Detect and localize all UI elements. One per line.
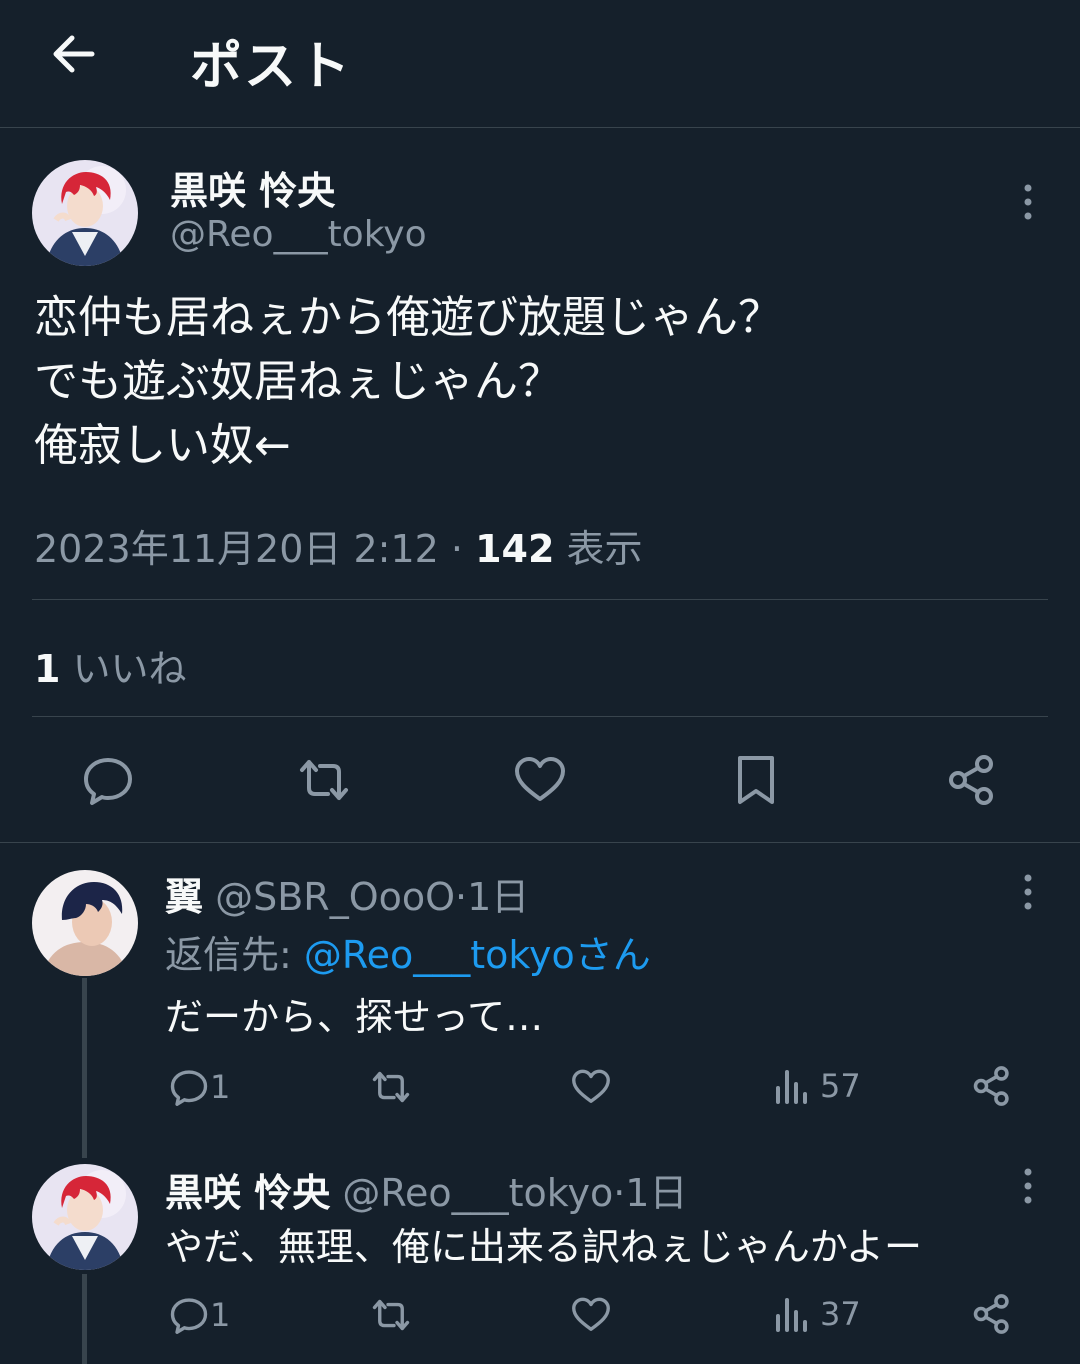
- thread-line: [82, 978, 87, 1158]
- thread-line: [82, 1274, 87, 1364]
- reply-header: 翼 @SBR_OooO·1日: [165, 866, 529, 921]
- post-meta: 2023年11月20日 2:12 · 142 表示: [34, 518, 643, 573]
- reply-button[interactable]: 1: [168, 1066, 230, 1108]
- likes-label: いいね: [72, 647, 187, 691]
- reply-count: 1: [210, 1068, 231, 1106]
- reply-time[interactable]: 1日: [625, 1171, 687, 1215]
- reply-to-label: 返信先:: [165, 933, 292, 977]
- page-title: ポスト: [190, 37, 353, 97]
- author-name[interactable]: 黒咲 怜央: [170, 160, 335, 215]
- reply-to-link[interactable]: @Reo___tokyoさん: [304, 933, 651, 977]
- views-icon: [776, 1070, 807, 1104]
- top-bar: ポスト: [0, 0, 1080, 128]
- meta-separator: ·: [613, 1171, 626, 1215]
- reply-avatar[interactable]: [32, 1164, 138, 1270]
- meta-separator: ·: [450, 527, 464, 571]
- reply-time[interactable]: 1日: [467, 875, 529, 919]
- likes-summary[interactable]: 1 いいね: [34, 638, 187, 693]
- reply-icon: [170, 1298, 208, 1334]
- reply-button[interactable]: 1: [168, 1294, 230, 1336]
- back-arrow-icon[interactable]: [48, 28, 100, 80]
- author-avatar[interactable]: [32, 160, 138, 266]
- reply-text: だーから、探せって…: [165, 995, 544, 1039]
- author-handle[interactable]: @Reo___tokyo: [170, 214, 427, 255]
- views-icon: [776, 1298, 807, 1332]
- reply-to-line: 返信先: @Reo___tokyoさん: [165, 924, 651, 979]
- divider: [0, 842, 1080, 843]
- meta-separator: ·: [455, 875, 468, 919]
- more-options-icon[interactable]: [1018, 872, 1038, 912]
- views-button[interactable]: 57: [772, 1066, 861, 1106]
- views-count: 57: [820, 1067, 861, 1105]
- views-button[interactable]: 37: [772, 1294, 861, 1334]
- reply-author-handle[interactable]: @Reo___tokyo: [342, 1171, 613, 1215]
- like-icon[interactable]: [570, 1294, 612, 1336]
- reply-icon: [170, 1070, 208, 1106]
- views-count: 142: [475, 527, 555, 571]
- reply-avatar[interactable]: [32, 870, 138, 976]
- reply-author-name[interactable]: 黒咲 怜央: [165, 1171, 330, 1215]
- reply-author-handle[interactable]: @SBR_OooO: [215, 875, 455, 919]
- reply-count: 1: [210, 1296, 231, 1334]
- share-icon[interactable]: [970, 1064, 1014, 1108]
- reply-icon[interactable]: [80, 752, 136, 808]
- reply-text: やだ、無理、俺に出来る訳ねぇじゃんかよー: [165, 1225, 922, 1269]
- share-icon[interactable]: [970, 1292, 1014, 1336]
- divider: [32, 599, 1048, 600]
- repost-icon[interactable]: [368, 1066, 414, 1108]
- bookmark-icon[interactable]: [728, 752, 784, 808]
- like-icon[interactable]: [570, 1066, 612, 1108]
- share-icon[interactable]: [944, 752, 1000, 808]
- repost-icon[interactable]: [368, 1294, 414, 1336]
- views-label: 表示: [566, 527, 643, 571]
- likes-count: 1: [34, 647, 61, 691]
- views-count: 37: [820, 1295, 861, 1333]
- reply-author-name[interactable]: 翼: [165, 875, 203, 919]
- post-timestamp[interactable]: 2023年11月20日 2:12: [34, 527, 439, 571]
- repost-icon[interactable]: [296, 752, 352, 808]
- reply-header: 黒咲 怜央 @Reo___tokyo·1日: [165, 1162, 687, 1217]
- more-options-icon[interactable]: [1018, 182, 1038, 222]
- divider: [32, 716, 1048, 717]
- like-icon[interactable]: [512, 752, 568, 808]
- post-text: 恋仲も居ねぇから俺遊び放題じゃん？ でも遊ぶ奴居ねぇじゃん？ 俺寂しい奴←: [34, 292, 782, 471]
- more-options-icon[interactable]: [1018, 1166, 1038, 1206]
